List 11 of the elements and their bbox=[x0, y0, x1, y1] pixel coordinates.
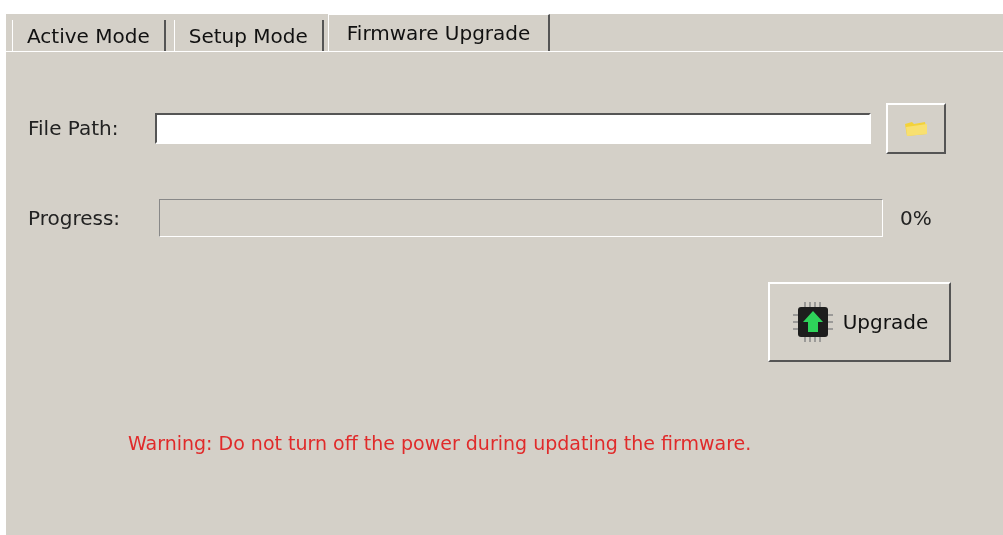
upgrade-button[interactable]: Upgrade bbox=[768, 282, 951, 362]
progress-label: Progress: bbox=[28, 206, 122, 230]
tab[interactable]: Active Mode bbox=[12, 20, 166, 51]
tab[interactable]: Firmware Upgrade bbox=[327, 14, 551, 51]
file-path-field[interactable] bbox=[155, 112, 871, 144]
browse-button[interactable] bbox=[886, 102, 946, 154]
file-path-label: File Path: bbox=[28, 116, 120, 140]
tab[interactable]: Setup Mode bbox=[173, 20, 324, 51]
warning-message: Warning: Do not turn off the power during updating the firmware. bbox=[128, 432, 753, 454]
progress-percentage: 0% bbox=[900, 206, 932, 230]
chip-upload-icon bbox=[790, 300, 835, 344]
